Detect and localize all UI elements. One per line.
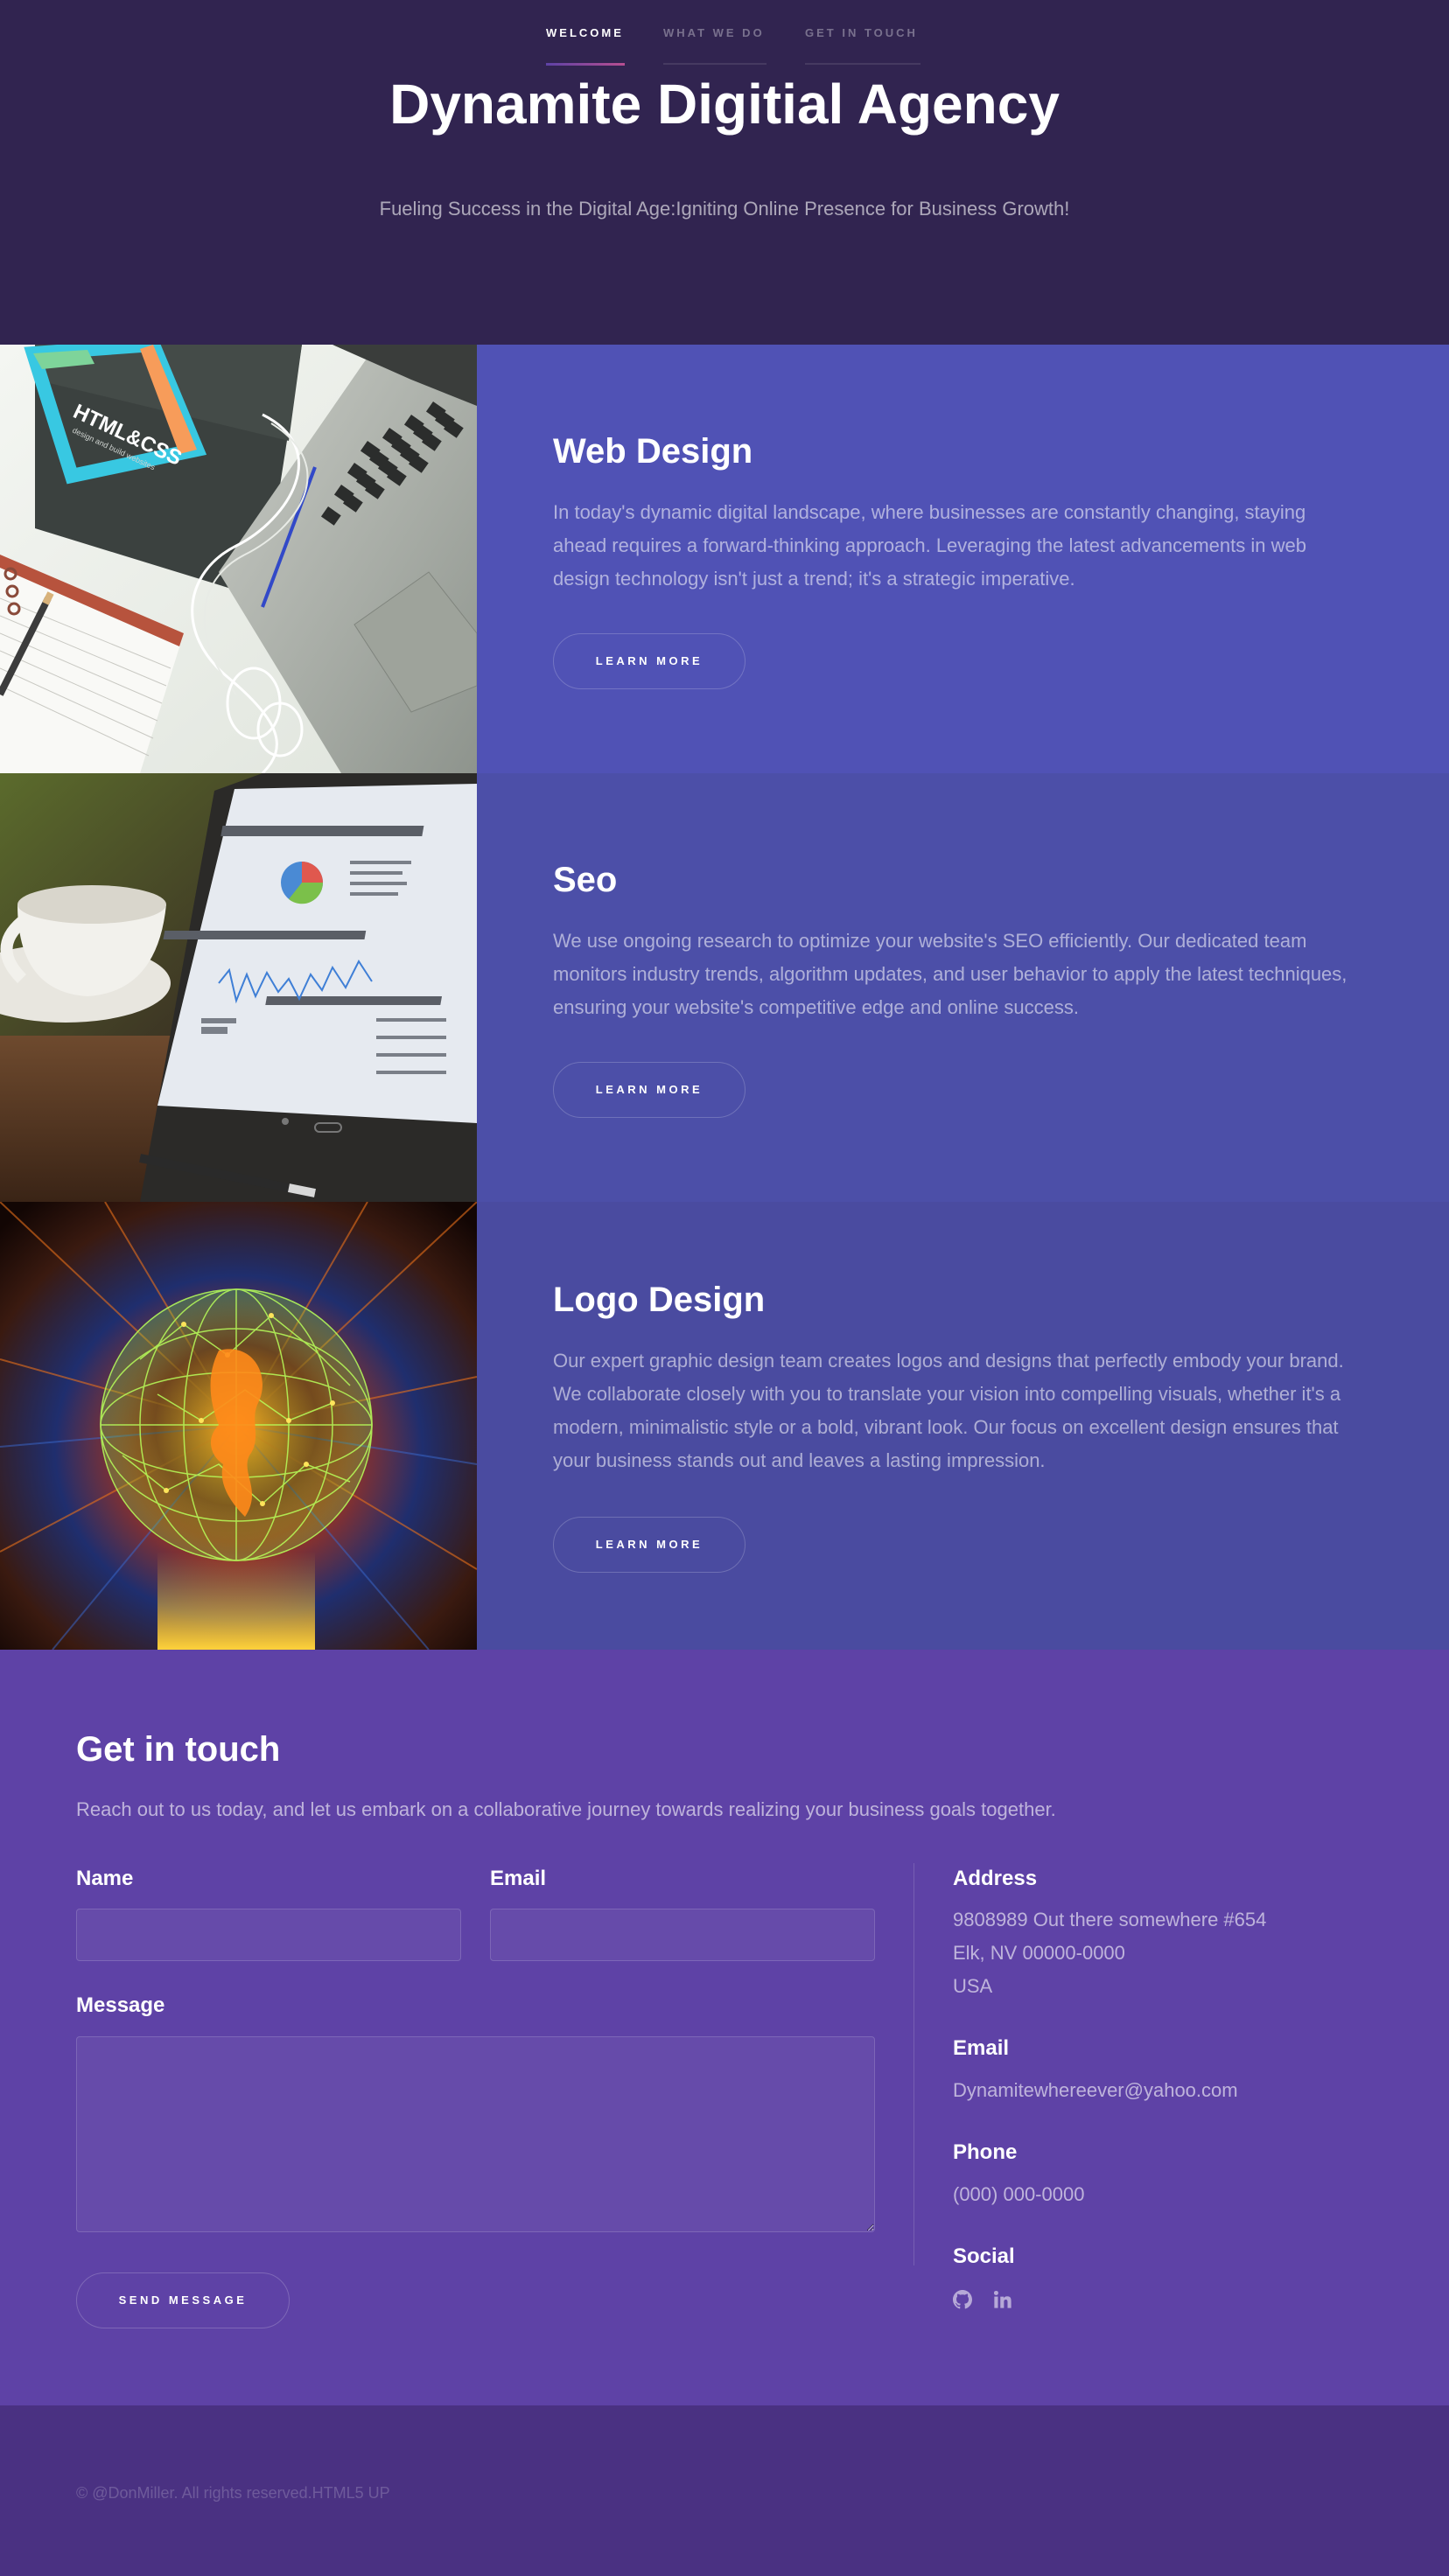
spotlight-logo-design: Logo Design Our expert graphic design te… (0, 1202, 1449, 1650)
learn-more-button[interactable]: LEARN MORE (553, 633, 746, 689)
phone-heading: Phone (953, 2140, 1018, 2164)
email-heading: Email (953, 2036, 1010, 2060)
name-label: Name (76, 1867, 134, 1890)
social-links (953, 2290, 1030, 2313)
nav-indicator (663, 63, 766, 65)
laptop-desk-image: HTML&CSS design and build websites (0, 345, 477, 773)
address-line: Elk, NV 00000-0000 (953, 1942, 1125, 1964)
linkedin-icon[interactable] (993, 2290, 1016, 2313)
spotlight-text: Our expert graphic design team creates l… (553, 1350, 1344, 1471)
nav-item-label: WELCOME (546, 26, 624, 39)
address-heading: Address (953, 1867, 1038, 1890)
top-nav: WELCOME WHAT WE DO GET IN TOUCH (0, 0, 1449, 70)
site-footer: © @DonMiller. All rights reserved.HTML5 … (0, 2405, 1449, 2576)
tablet-analytics-image (0, 773, 477, 1202)
phone-number: (000) 000-0000 (953, 2183, 1085, 2205)
spotlight-text: We use ongoing research to optimize your… (553, 930, 1348, 1018)
spotlight-title: Seo (553, 861, 618, 899)
spotlight-text: In today's dynamic digital landscape, wh… (553, 501, 1306, 590)
hero-subtitle: Fueling Success in the Digital Age:Ignit… (379, 198, 1070, 220)
nav-item-what-we-do[interactable]: WHAT WE DO (663, 26, 766, 68)
message-field[interactable] (76, 2036, 875, 2232)
contact-title: Get in touch (76, 1730, 281, 1769)
site-header: WELCOME WHAT WE DO GET IN TOUCH Dynamite… (0, 0, 1449, 345)
spotlight-seo: Seo We use ongoing research to optimize … (0, 773, 1449, 1202)
github-icon[interactable] (953, 2290, 976, 2313)
nav-item-get-in-touch[interactable]: GET IN TOUCH (805, 26, 920, 68)
email-address-link[interactable]: Dynamitewhereever@yahoo.com (953, 2074, 1238, 2107)
spotlight-title: Web Design (553, 432, 753, 471)
spotlight-content: Seo We use ongoing research to optimize … (553, 861, 1358, 1024)
nav-item-label: WHAT WE DO (663, 26, 765, 39)
name-field[interactable] (76, 1909, 461, 1961)
digital-globe-image (0, 1202, 477, 1650)
nav-item-label: GET IN TOUCH (805, 26, 918, 39)
message-label: Message (76, 1993, 165, 2017)
spotlight-web-design: HTML&CSS design and build websites Web D… (0, 345, 1449, 773)
send-message-button[interactable]: SEND MESSAGE (76, 2272, 290, 2328)
copyright-text: © @DonMiller. All rights reserved.HTML5 … (76, 2484, 390, 2502)
learn-more-button[interactable]: LEARN MORE (553, 1062, 746, 1118)
nav-item-welcome[interactable]: WELCOME (546, 26, 625, 68)
spotlight-content: Web Design In today's dynamic digital la… (553, 432, 1358, 596)
address-line: 9808989 Out there somewhere #654 (953, 1909, 1267, 1930)
email-label: Email (490, 1867, 547, 1890)
nav-indicator (805, 63, 920, 65)
learn-more-button[interactable]: LEARN MORE (553, 1517, 746, 1573)
spotlight-content: Logo Design Our expert graphic design te… (553, 1281, 1358, 1477)
social-heading: Social (953, 2244, 1015, 2268)
email-field[interactable] (490, 1909, 875, 1961)
nav-active-indicator (546, 63, 625, 66)
spotlight-title: Logo Design (553, 1281, 766, 1319)
hero-title: Dynamite Digitial Agency (389, 73, 1060, 136)
address-line: USA (953, 1975, 993, 1997)
contact-intro: Reach out to us today, and let us embark… (76, 1798, 1056, 1820)
contact-section: Get in touch Reach out to us today, and … (0, 1650, 1449, 2405)
